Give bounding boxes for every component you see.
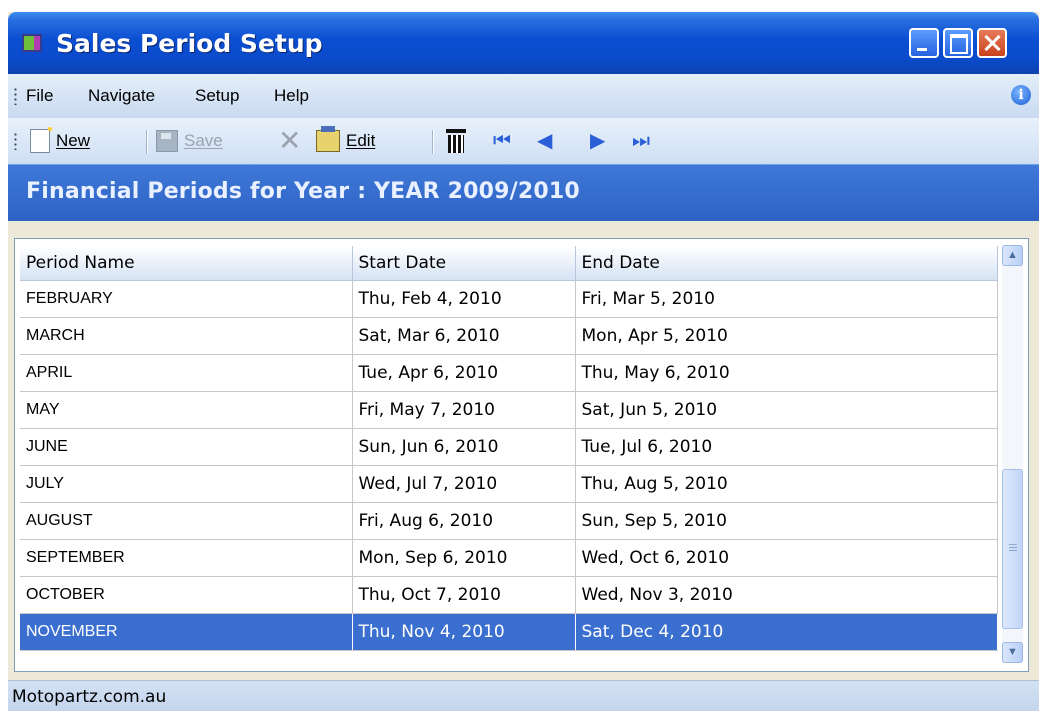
start-date-cell[interactable]: Fri, May 7, 2010 [352, 391, 576, 429]
scroll-thumb[interactable] [1002, 469, 1023, 629]
close-button[interactable] [977, 28, 1007, 58]
title-bar[interactable]: Sales Period Setup [8, 12, 1039, 74]
edit-button[interactable]: Edit [316, 126, 376, 154]
period-name-cell[interactable]: JULY [20, 465, 353, 503]
column-header-period-name[interactable]: Period Name [20, 246, 353, 281]
table-row[interactable]: FEBRUARY Thu, Feb 4, 2010 Fri, Mar 5, 20… [20, 280, 998, 318]
toolbar-grip-icon[interactable] [14, 132, 17, 150]
column-header-end-date[interactable]: End Date [575, 246, 998, 281]
last-record-icon[interactable]: ⏭ [632, 129, 650, 153]
end-date-cell[interactable]: Wed, Nov 3, 2010 [575, 576, 998, 614]
app-icon [22, 34, 42, 52]
first-record-icon[interactable]: ⏮ [493, 129, 511, 153]
cancel-x-icon: ✕ [278, 125, 302, 156]
start-date-cell[interactable]: Thu, Oct 7, 2010 [352, 576, 576, 614]
save-disk-icon [156, 130, 178, 152]
new-button[interactable]: New [30, 124, 91, 154]
period-name-cell[interactable]: AUGUST [20, 502, 353, 540]
year-header-title: Financial Periods for Year : YEAR 2009/2… [26, 179, 580, 204]
edit-icon [316, 126, 340, 152]
end-date-cell[interactable]: Fri, Mar 5, 2010 [575, 280, 998, 318]
table-row[interactable]: APRIL Tue, Apr 6, 2010 Thu, May 6, 2010 [20, 354, 998, 392]
end-date-cell[interactable]: Mon, Apr 5, 2010 [575, 317, 998, 355]
cancel-button[interactable]: ✕ [278, 125, 302, 156]
period-name-cell[interactable]: MARCH [20, 317, 353, 355]
start-date-cell[interactable]: Tue, Apr 6, 2010 [352, 354, 576, 392]
table-row[interactable]: JUNE Sun, Jun 6, 2010 Tue, Jul 6, 2010 [20, 428, 998, 466]
vertical-scrollbar[interactable]: ▲ ▼ [1002, 245, 1023, 663]
period-name-cell[interactable]: SEPTEMBER [20, 539, 353, 577]
scroll-up-icon[interactable]: ▲ [1002, 245, 1023, 266]
table-row[interactable]: OCTOBER Thu, Oct 7, 2010 Wed, Nov 3, 201… [20, 576, 998, 614]
end-date-cell[interactable]: Thu, May 6, 2010 [575, 354, 998, 392]
start-date-cell[interactable]: Sat, Mar 6, 2010 [352, 317, 576, 355]
end-date-cell[interactable]: Sun, Sep 5, 2010 [575, 502, 998, 540]
period-name-cell[interactable]: JUNE [20, 428, 353, 466]
periods-table: Period Name Start Date End Date FEBRUARY… [20, 246, 998, 651]
period-name-cell[interactable]: FEBRUARY [20, 280, 353, 318]
trash-icon [446, 129, 466, 153]
scroll-down-icon[interactable]: ▼ [1002, 642, 1023, 663]
column-header-start-date[interactable]: Start Date [352, 246, 576, 281]
end-date-cell[interactable]: Tue, Jul 6, 2010 [575, 428, 998, 466]
status-bar: Motopartz.com.au [8, 680, 1039, 711]
save-button[interactable]: Save [156, 128, 223, 154]
menu-bar: File Navigate Setup Help i [8, 74, 1039, 119]
year-header: Financial Periods for Year : YEAR 2009/2… [8, 164, 1039, 221]
delete-button[interactable] [446, 128, 466, 154]
start-date-cell[interactable]: Thu, Feb 4, 2010 [352, 280, 576, 318]
minimize-button[interactable] [909, 28, 939, 58]
edit-label: Edit [346, 131, 376, 150]
toolbar-separator [432, 130, 434, 154]
menu-file[interactable]: File [26, 86, 53, 106]
maximize-button[interactable] [943, 28, 973, 58]
period-name-cell[interactable]: OCTOBER [20, 576, 353, 614]
menu-help[interactable]: Help [274, 86, 309, 106]
start-date-cell[interactable]: Fri, Aug 6, 2010 [352, 502, 576, 540]
status-text: Motopartz.com.au [12, 687, 167, 707]
sales-period-setup-window: Sales Period Setup File Navigate Setup H… [8, 12, 1039, 711]
menu-grip-icon[interactable] [14, 87, 17, 105]
start-date-cell[interactable]: Sun, Jun 6, 2010 [352, 428, 576, 466]
toolbar: New Save ✕ Edit ⏮ ◀ ▶ ⏭ [8, 118, 1039, 164]
menu-navigate[interactable]: Navigate [88, 86, 155, 106]
table-row[interactable]: JULY Wed, Jul 7, 2010 Thu, Aug 5, 2010 [20, 465, 998, 503]
header-row: Period Name Start Date End Date [20, 246, 998, 281]
window-title: Sales Period Setup [56, 29, 323, 58]
end-date-cell[interactable]: Thu, Aug 5, 2010 [575, 465, 998, 503]
period-name-cell[interactable]: APRIL [20, 354, 353, 392]
toolbar-separator [146, 130, 148, 154]
save-label: Save [184, 131, 223, 150]
table-row-selected[interactable]: NOVEMBER Thu, Nov 4, 2010 Sat, Dec 4, 20… [20, 613, 998, 651]
new-label: New [56, 131, 91, 150]
end-date-cell[interactable]: Sat, Jun 5, 2010 [575, 391, 998, 429]
info-icon[interactable]: i [1011, 85, 1031, 105]
table-row[interactable]: MARCH Sat, Mar 6, 2010 Mon, Apr 5, 2010 [20, 317, 998, 355]
start-date-cell[interactable]: Thu, Nov 4, 2010 [352, 613, 576, 651]
start-date-cell[interactable]: Wed, Jul 7, 2010 [352, 465, 576, 503]
table-row[interactable]: MAY Fri, May 7, 2010 Sat, Jun 5, 2010 [20, 391, 998, 429]
table-row[interactable]: SEPTEMBER Mon, Sep 6, 2010 Wed, Oct 6, 2… [20, 539, 998, 577]
start-date-cell[interactable]: Mon, Sep 6, 2010 [352, 539, 576, 577]
new-document-icon [30, 124, 55, 153]
end-date-cell[interactable]: Wed, Oct 6, 2010 [575, 539, 998, 577]
table-row[interactable]: AUGUST Fri, Aug 6, 2010 Sun, Sep 5, 2010 [20, 502, 998, 540]
end-date-cell[interactable]: Sat, Dec 4, 2010 [575, 613, 998, 651]
next-record-icon[interactable]: ▶ [590, 129, 605, 153]
previous-record-icon[interactable]: ◀ [537, 129, 552, 153]
period-name-cell[interactable]: NOVEMBER [20, 613, 353, 651]
period-name-cell[interactable]: MAY [20, 391, 353, 429]
periods-grid: Period Name Start Date End Date FEBRUARY… [14, 238, 1029, 672]
menu-setup[interactable]: Setup [195, 86, 239, 106]
